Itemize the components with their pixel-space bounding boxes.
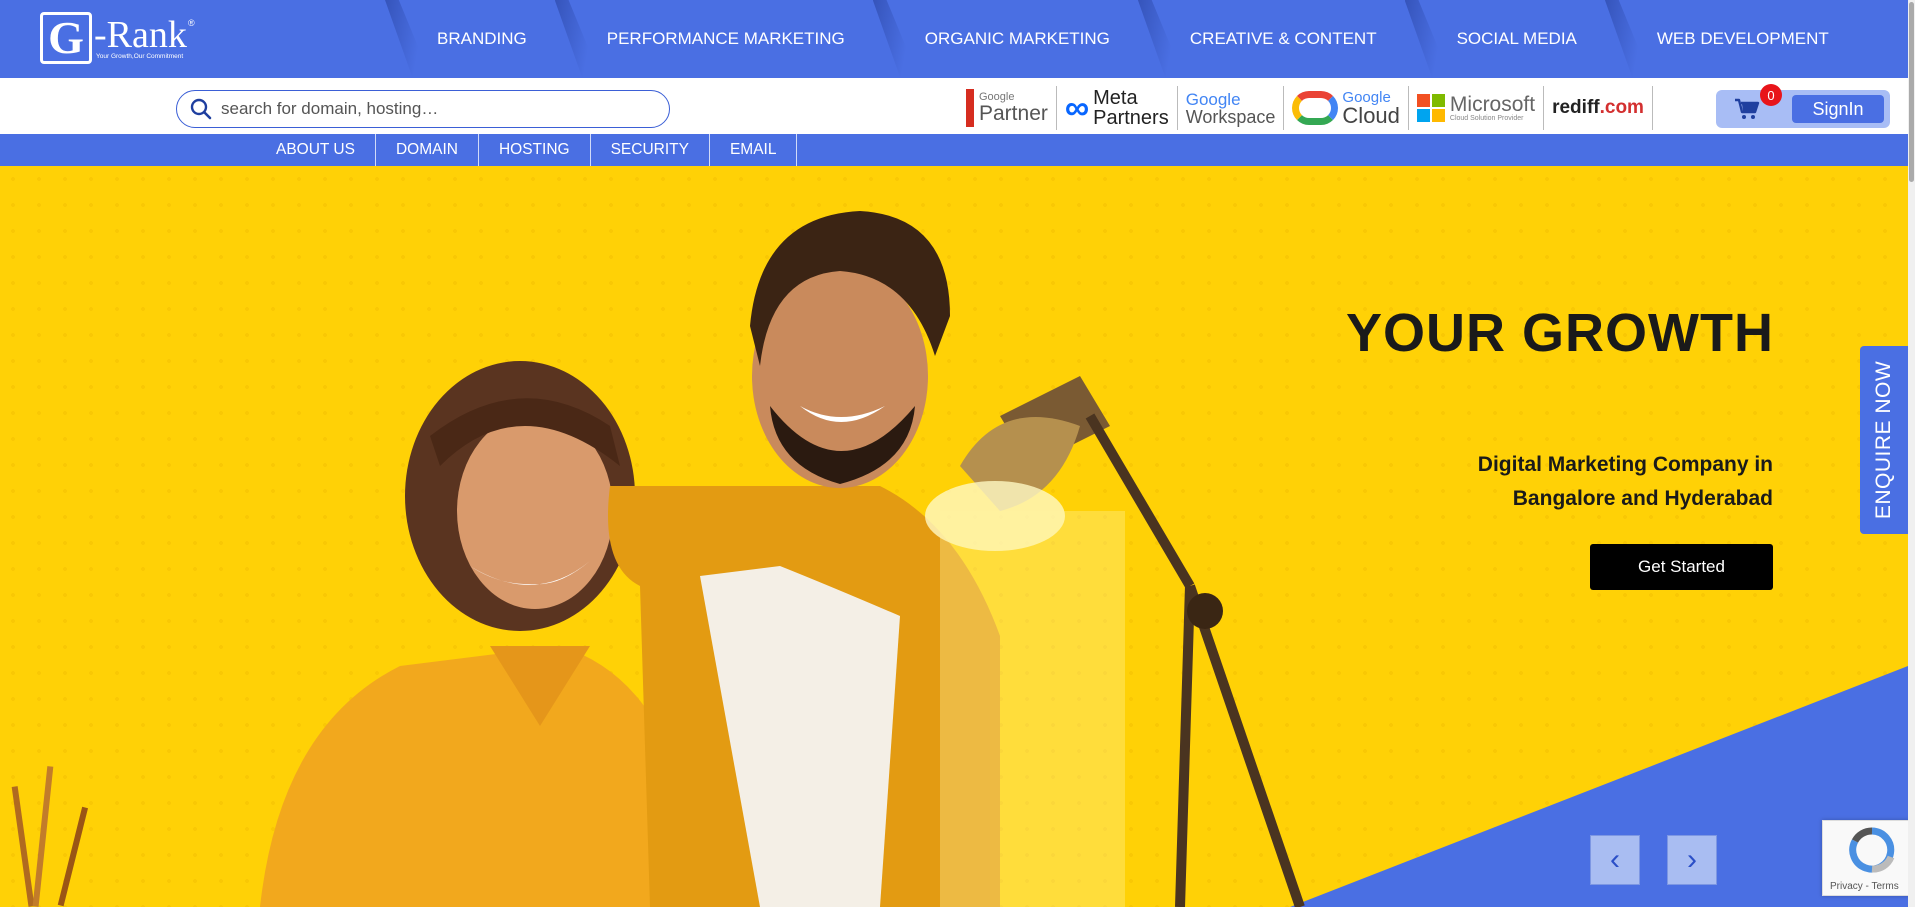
search-partner-row: Google Partner ∞ Meta Partners Google Wo… <box>0 78 1908 134</box>
nav-item-web-development[interactable]: WEB DEVELOPMENT <box>1605 0 1857 78</box>
subnav-item-domain[interactable]: DOMAIN <box>376 134 479 166</box>
slider-next-button[interactable]: › <box>1667 835 1717 885</box>
nav-item-social-media[interactable]: SOCIAL MEDIA <box>1405 0 1605 78</box>
cart-icon[interactable] <box>1734 98 1760 120</box>
partner-logos: Google Partner ∞ Meta Partners Google Wo… <box>958 86 1653 130</box>
chevron-left-icon: ‹ <box>1610 843 1620 876</box>
meta-bottom: Partners <box>1093 107 1169 129</box>
logo-mark: G <box>40 12 92 64</box>
hero-banner: YOUR GROWTH Digital Marketing Company in… <box>0 166 1908 907</box>
enquire-now-tab[interactable]: ENQUIRE NOW <box>1860 346 1908 534</box>
premier-ribbon <box>966 89 974 127</box>
workspace-top: Google <box>1185 89 1241 109</box>
hero-illustration <box>11 211 1908 907</box>
nav-item-performance-marketing[interactable]: PERFORMANCE MARKETING <box>555 0 873 78</box>
subnav-item-about-us[interactable]: ABOUT US <box>256 134 376 166</box>
woman-figure <box>260 361 700 907</box>
hero-title: YOUR GROWTH <box>1346 303 1774 363</box>
microsoft-badge: Microsoft Cloud Solution Provider <box>1409 86 1545 130</box>
logo[interactable]: G -Rank ® Your Growth,Our Commitment <box>40 10 200 66</box>
microsoft-top: Microsoft <box>1449 93 1536 116</box>
chevron-right-icon: › <box>1687 843 1697 876</box>
page: G -Rank ® Your Growth,Our Commitment BRA… <box>0 0 1915 907</box>
cloud-bottom: Cloud <box>1342 102 1400 128</box>
subnav-item-email[interactable]: EMAIL <box>710 134 798 166</box>
pencil-cup <box>11 766 89 907</box>
recaptcha-terms[interactable]: Privacy - Terms <box>1830 881 1899 892</box>
workspace-bottom: Workspace <box>1185 106 1276 127</box>
microsoft-bottom: Cloud Solution Provider <box>1449 115 1524 122</box>
rediff-badge: rediff.com <box>1544 86 1653 130</box>
google-cloud-badge: Google Cloud <box>1284 86 1409 130</box>
slider-prev-button[interactable]: ‹ <box>1590 835 1640 885</box>
search-icon <box>190 98 212 120</box>
desk-lamp <box>925 376 1305 907</box>
enquire-now-label: ENQUIRE NOW <box>1872 360 1895 520</box>
rediff-tld: .com <box>1599 97 1644 118</box>
recaptcha-icon <box>1849 827 1895 873</box>
main-nav: BRANDING PERFORMANCE MARKETING ORGANIC M… <box>385 0 1857 78</box>
sub-nav: ABOUT US DOMAIN HOSTING SECURITY EMAIL <box>0 134 1908 166</box>
cart-count-badge: 0 <box>1760 84 1782 106</box>
get-started-button[interactable]: Get Started <box>1590 544 1773 590</box>
nav-item-creative-content[interactable]: CREATIVE & CONTENT <box>1138 0 1405 78</box>
logo-tagline: Your Growth,Our Commitment <box>96 53 184 60</box>
subnav-item-hosting[interactable]: HOSTING <box>479 134 591 166</box>
google-partner-bottom: Partner <box>979 102 1048 125</box>
subnav-item-security[interactable]: SECURITY <box>591 134 710 166</box>
google-partner-badge: Google Partner <box>958 86 1057 130</box>
logo-registered-mark: ® <box>188 18 195 28</box>
hero-subtitle: Digital Marketing Company in Bangalore a… <box>1477 453 1773 510</box>
scrollbar-thumb[interactable] <box>1909 2 1914 182</box>
signin-button[interactable]: SignIn <box>1792 95 1884 123</box>
google-workspace-badge: Google Workspace <box>1178 86 1285 130</box>
rediff-logo: rediff.com <box>1552 97 1644 119</box>
meta-top: Meta <box>1093 87 1138 109</box>
nav-item-branding[interactable]: BRANDING <box>385 0 555 78</box>
meta-partners-badge: ∞ Meta Partners <box>1057 86 1178 130</box>
meta-infinity-icon: ∞ <box>1064 89 1090 127</box>
rediff-name: rediff <box>1552 97 1600 118</box>
top-navbar: G -Rank ® Your Growth,Our Commitment BRA… <box>0 0 1908 78</box>
cart-signin-box: 0 SignIn <box>1716 84 1890 128</box>
recaptcha-badge[interactable]: Privacy - Terms <box>1822 820 1910 896</box>
scrollbar[interactable] <box>1908 0 1915 907</box>
search-bar[interactable] <box>176 90 670 128</box>
logo-name: -Rank <box>94 14 187 56</box>
cloud-icon <box>1292 91 1339 125</box>
search-input[interactable] <box>221 99 641 119</box>
nav-item-organic-marketing[interactable]: ORGANIC MARKETING <box>873 0 1138 78</box>
microsoft-logo-icon <box>1416 94 1445 122</box>
